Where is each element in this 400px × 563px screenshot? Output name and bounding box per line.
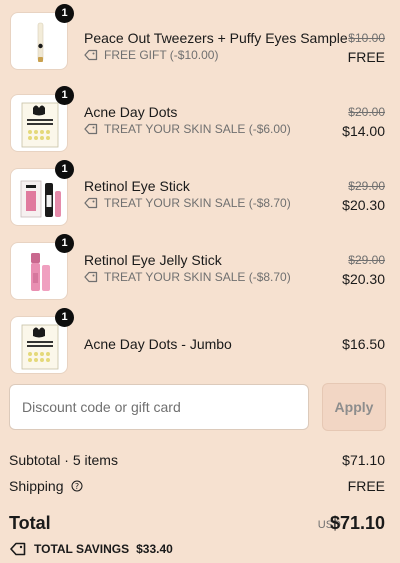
- item-name: Acne Day Dots - Jumbo: [84, 336, 232, 352]
- line-item: 1 Acne Day Dots - Jumbo $16.50: [0, 308, 400, 388]
- discount-code-input[interactable]: [9, 384, 309, 430]
- item-discount: FREE GIFT (-$10.00): [84, 48, 218, 62]
- savings-label: TOTAL SAVINGS: [34, 542, 130, 556]
- item-name: Retinol Eye Stick: [84, 178, 190, 194]
- item-price: $14.00: [342, 123, 385, 139]
- quantity-badge: 1: [55, 160, 74, 179]
- item-name: Retinol Eye Jelly Stick: [84, 252, 222, 268]
- total-value: $71.10: [329, 513, 385, 533]
- original-price: $29.00: [348, 253, 385, 267]
- tag-icon: [84, 197, 98, 209]
- tag-icon: [84, 49, 98, 61]
- original-price: $20.00: [348, 105, 385, 119]
- total-savings: TOTAL SAVINGS $33.40: [10, 542, 173, 556]
- apply-button[interactable]: Apply: [322, 383, 386, 431]
- savings-value: $33.40: [136, 542, 173, 556]
- svg-text:?: ?: [75, 482, 79, 491]
- tag-icon: [84, 271, 98, 283]
- discount-label: FREE GIFT (-$10.00): [104, 48, 219, 62]
- original-price: $29.00: [348, 179, 385, 193]
- line-item: 1 Peace Out Tweezers + Puffy Eyes Sample…: [0, 4, 400, 84]
- shipping-label: Shipping: [9, 478, 64, 494]
- discount-label: TREAT YOUR SKIN SALE (-$6.00): [104, 122, 291, 136]
- item-price: $20.30: [342, 197, 385, 213]
- total-label: Total: [9, 513, 51, 533]
- item-discount: TREAT YOUR SKIN SALE (-$8.70): [84, 196, 291, 210]
- subtotal-label: Subtotal · 5 items: [9, 452, 118, 468]
- tag-icon: [10, 542, 26, 556]
- quantity-badge: 1: [55, 86, 74, 105]
- line-item: 1 Retinol Eye Jelly Stick TREAT YOUR SKI…: [0, 234, 400, 314]
- discount-label: TREAT YOUR SKIN SALE (-$8.70): [104, 270, 291, 284]
- shipping-value: FREE: [347, 478, 385, 494]
- item-name: Acne Day Dots: [84, 104, 178, 120]
- tag-icon: [84, 123, 98, 135]
- item-price: $16.50: [342, 336, 385, 352]
- original-price: $10.00: [348, 31, 385, 45]
- quantity-badge: 1: [55, 308, 74, 327]
- quantity-badge: 1: [55, 234, 74, 253]
- quantity-badge: 1: [55, 4, 74, 23]
- item-discount: TREAT YOUR SKIN SALE (-$8.70): [84, 270, 291, 284]
- shipping-row: Shipping ? FREE: [9, 478, 385, 494]
- item-price: $20.30: [342, 271, 385, 287]
- item-name: Peace Out Tweezers + Puffy Eyes Sample: [84, 30, 348, 46]
- line-item: 1 Acne Day Dots TREAT YOUR SKIN SALE (-$…: [0, 86, 400, 166]
- subtotal-row: Subtotal · 5 items $71.10: [9, 452, 385, 468]
- line-item: 1 Retinol Eye Stick TREAT YOUR SKIN SALE…: [0, 160, 400, 240]
- discount-label: TREAT YOUR SKIN SALE (-$8.70): [104, 196, 291, 210]
- item-discount: TREAT YOUR SKIN SALE (-$6.00): [84, 122, 291, 136]
- help-circle-icon[interactable]: ?: [71, 480, 83, 492]
- item-price: FREE: [347, 49, 385, 65]
- subtotal-value: $71.10: [342, 452, 385, 468]
